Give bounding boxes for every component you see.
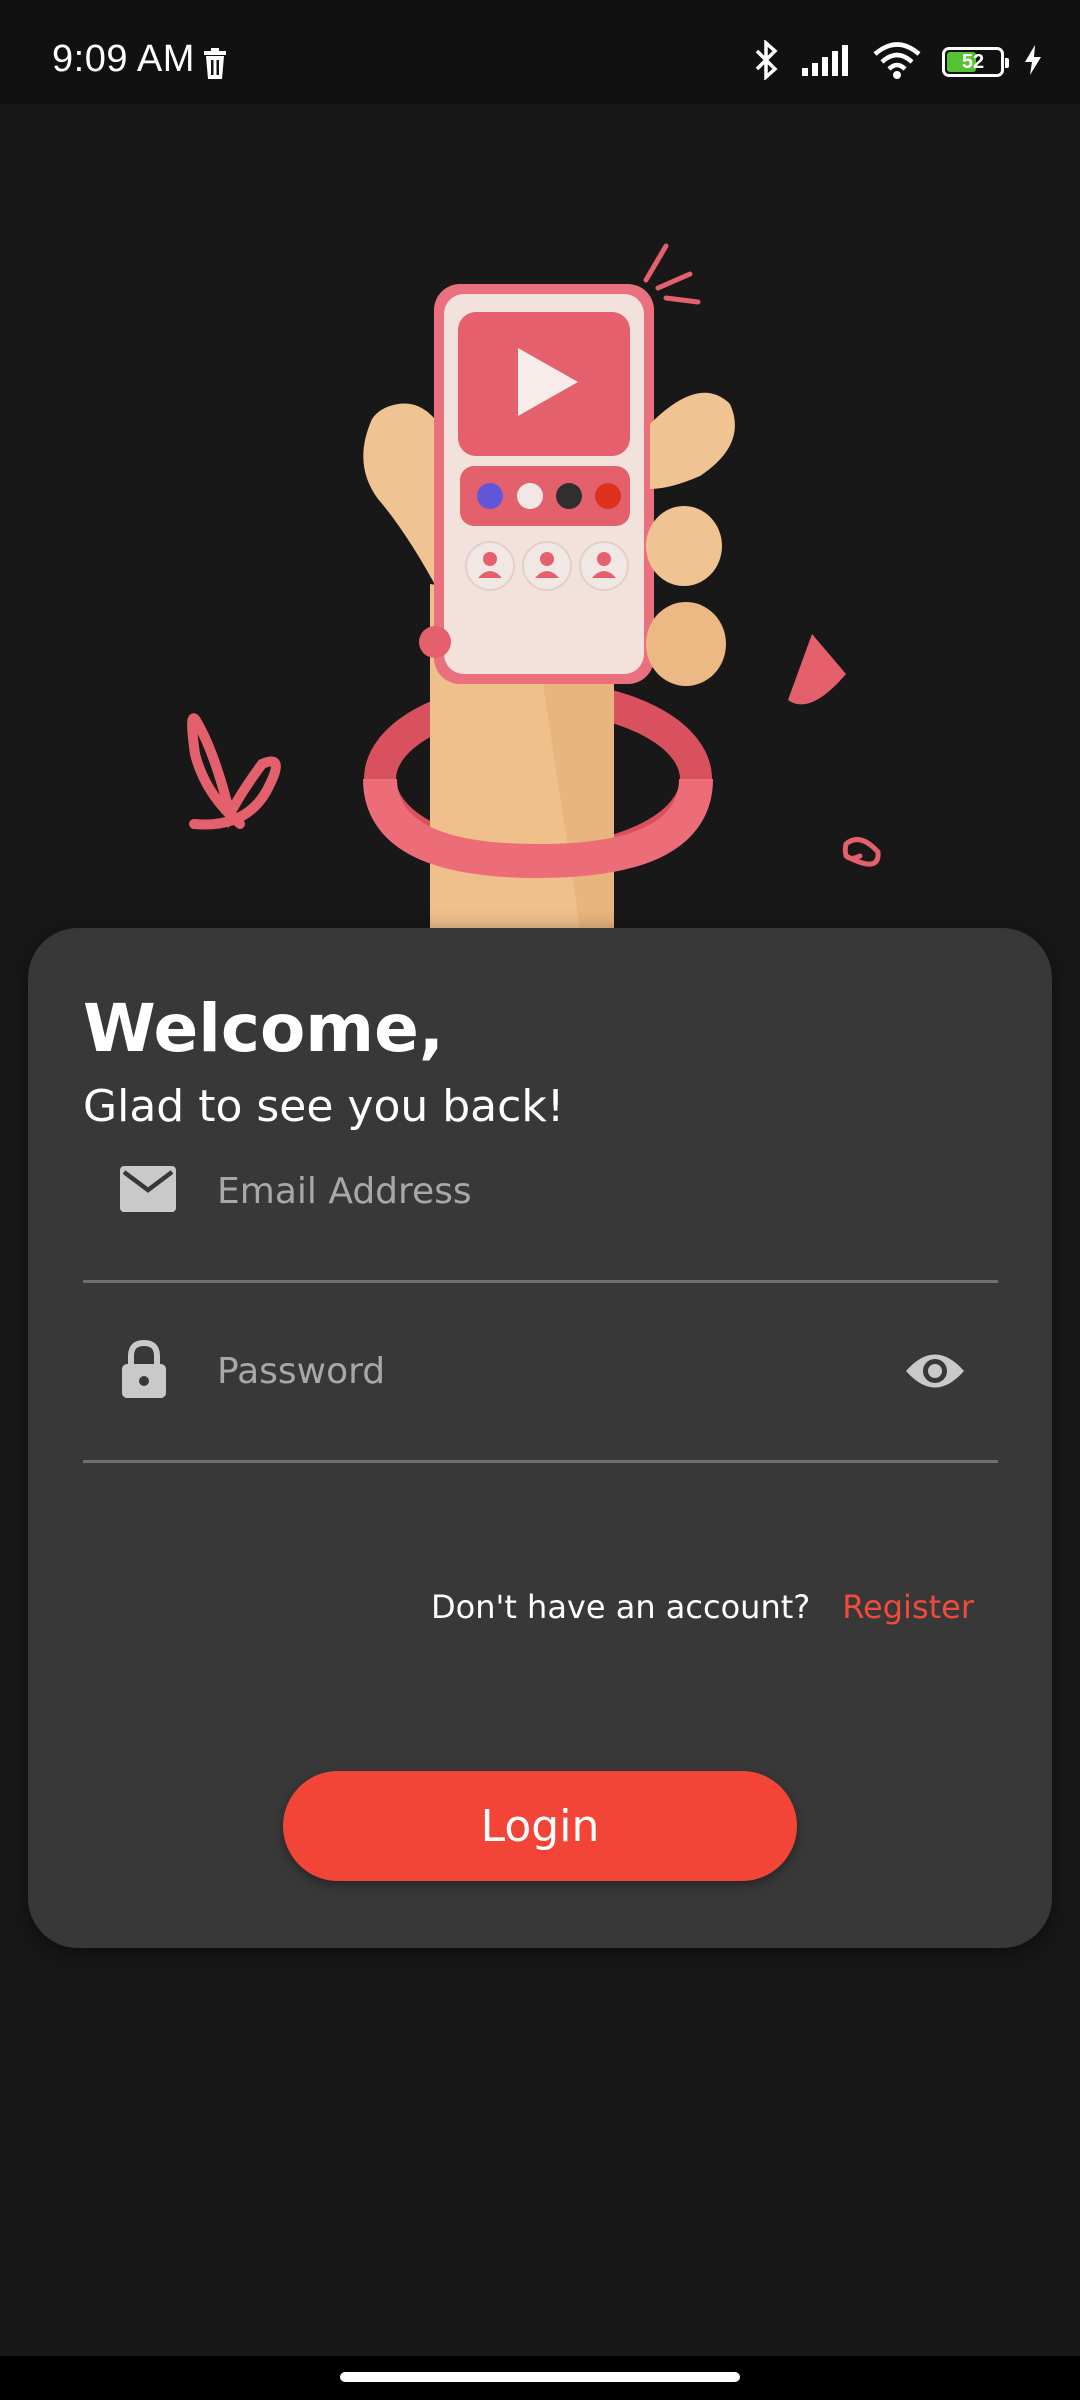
register-row: Don't have an account? Register bbox=[431, 1588, 974, 1626]
trash-icon bbox=[202, 48, 228, 84]
register-link[interactable]: Register bbox=[842, 1588, 974, 1626]
signal-icon bbox=[800, 42, 852, 82]
email-field[interactable] bbox=[83, 1100, 998, 1283]
home-indicator[interactable] bbox=[340, 2372, 740, 2382]
wifi-icon bbox=[872, 41, 922, 83]
bluetooth-icon bbox=[754, 39, 780, 84]
login-button[interactable]: Login bbox=[283, 1771, 797, 1881]
status-bar: 9:09 AM 52 bbox=[0, 0, 1080, 104]
eye-icon[interactable] bbox=[904, 1350, 966, 1396]
navigation-bar bbox=[0, 2356, 1080, 2400]
password-field[interactable] bbox=[83, 1280, 998, 1463]
login-card: Welcome, Glad to see you back! Email Add… bbox=[28, 928, 1052, 1948]
register-prompt: Don't have an account? bbox=[431, 1588, 811, 1626]
password-input[interactable] bbox=[215, 1280, 859, 1462]
lock-icon bbox=[120, 1339, 168, 1404]
hero-illustration bbox=[0, 104, 1080, 934]
status-icons: 52 bbox=[754, 39, 1042, 84]
battery-icon: 52 bbox=[942, 47, 1009, 77]
email-input[interactable] bbox=[215, 1100, 859, 1282]
email-icon bbox=[120, 1166, 176, 1216]
status-time: 9:09 AM bbox=[52, 38, 195, 80]
welcome-title: Welcome, bbox=[83, 990, 444, 1067]
charging-icon bbox=[1024, 45, 1042, 79]
battery-level: 52 bbox=[961, 51, 985, 73]
